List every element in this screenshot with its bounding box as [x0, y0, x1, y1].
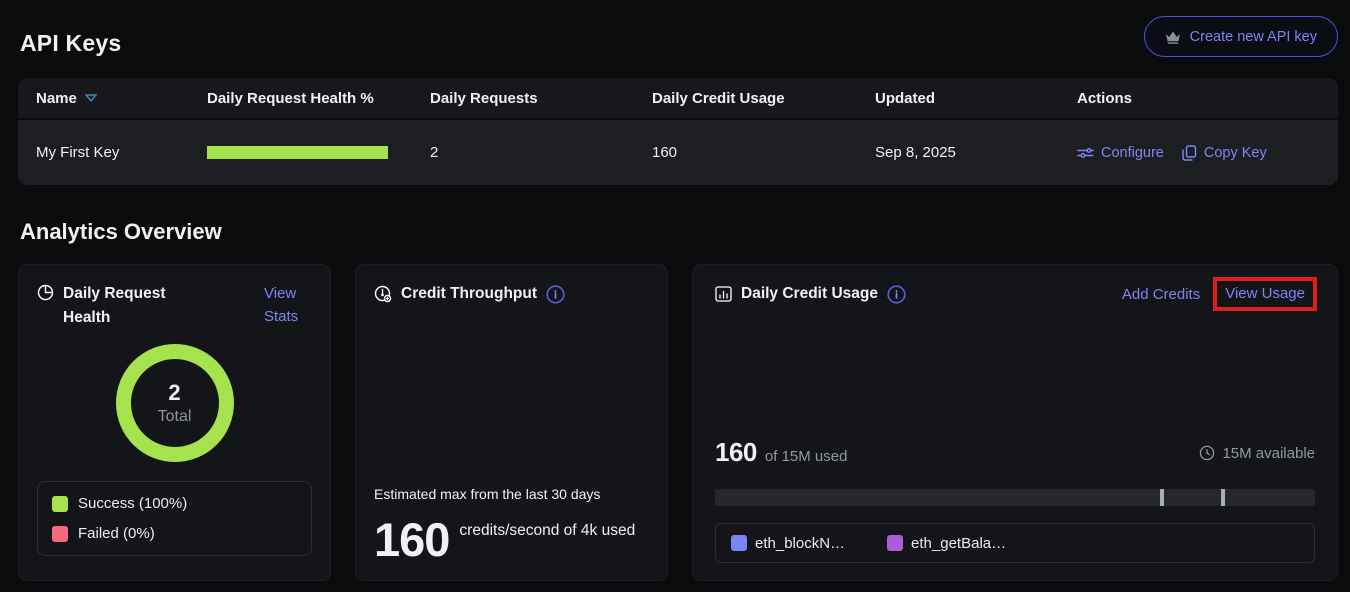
usage-card-title: Daily Credit Usage	[741, 282, 878, 306]
daily-credit-usage-card: Daily Credit Usage Add Credits View Usag…	[692, 264, 1338, 581]
column-daily-requests: Daily Requests	[430, 90, 652, 107]
create-api-key-label: Create new API key	[1190, 29, 1317, 45]
analytics-cards: Daily Request Health View Stats 2 Total …	[18, 264, 1338, 581]
key-name: My First Key	[18, 144, 207, 161]
clock-icon	[1199, 445, 1215, 461]
bar-chart-icon	[715, 286, 732, 302]
progress-tick	[1160, 489, 1164, 506]
column-name[interactable]: Name	[18, 90, 207, 107]
sliders-icon	[1077, 146, 1094, 160]
view-usage-link[interactable]: View Usage	[1225, 285, 1305, 302]
daily-request-health-card: Daily Request Health View Stats 2 Total …	[18, 264, 331, 581]
eth-blocknumber-swatch	[731, 535, 747, 551]
configure-button[interactable]: Configure	[1077, 145, 1164, 161]
column-actions: Actions	[1077, 90, 1338, 107]
donut-total-value: 2	[168, 380, 180, 406]
legend-item-eth-getbalance: eth_getBala…	[887, 535, 1006, 552]
column-health: Daily Request Health %	[207, 90, 430, 107]
health-card-title: Daily Request Health	[63, 282, 181, 330]
credits-used-value: 160	[715, 437, 757, 468]
eth-getbalance-swatch	[887, 535, 903, 551]
table-row: My First Key 2 160 Sep 8, 2025 Configure…	[18, 118, 1338, 185]
legend-item-success: Success (100%)	[52, 495, 297, 512]
daily-credit-usage-value: 160	[652, 144, 875, 161]
gauge-icon	[374, 285, 392, 303]
copy-icon	[1182, 145, 1197, 161]
add-credits-link[interactable]: Add Credits	[1122, 286, 1200, 303]
column-updated: Updated	[875, 90, 1077, 107]
legend-item-failed: Failed (0%)	[52, 525, 297, 542]
health-legend: Success (100%) Failed (0%)	[37, 481, 312, 556]
throughput-card-title: Credit Throughput	[401, 282, 537, 306]
throughput-unit: credits/second of 4k used	[459, 519, 649, 543]
request-health-donut: 2 Total	[116, 344, 234, 462]
updated-value: Sep 8, 2025	[875, 144, 1077, 161]
view-stats-link[interactable]: View Stats	[264, 282, 312, 330]
copy-key-button[interactable]: Copy Key	[1182, 145, 1267, 161]
health-bar	[207, 146, 388, 159]
create-api-key-button[interactable]: Create new API key	[1144, 16, 1338, 57]
failed-swatch	[52, 526, 68, 542]
daily-requests-value: 2	[430, 144, 652, 161]
credits-available: 15M available	[1199, 445, 1315, 462]
info-icon[interactable]	[546, 285, 565, 304]
info-icon[interactable]	[887, 285, 906, 304]
column-daily-credit-usage: Daily Credit Usage	[652, 90, 875, 107]
credit-usage-progress-bar	[715, 489, 1315, 506]
progress-tick	[1221, 489, 1225, 506]
credit-throughput-card: Credit Throughput Estimated max from the…	[355, 264, 668, 581]
sort-chevron-icon[interactable]	[85, 94, 97, 102]
credits-used-label: of 15M used	[765, 448, 848, 465]
pie-chart-icon	[37, 284, 54, 330]
throughput-note: Estimated max from the last 30 days	[374, 486, 649, 502]
donut-total-label: Total	[158, 408, 192, 426]
usage-legend: eth_blockN… eth_getBala…	[715, 523, 1315, 563]
page-title: API Keys	[20, 30, 121, 57]
crown-icon	[1165, 30, 1181, 44]
legend-item-eth-blocknumber: eth_blockN…	[731, 535, 845, 552]
api-keys-table: Name Daily Request Health % Daily Reques…	[18, 78, 1338, 185]
analytics-overview-title: Analytics Overview	[20, 219, 222, 245]
table-header-row: Name Daily Request Health % Daily Reques…	[18, 78, 1338, 118]
throughput-value: 160	[374, 518, 449, 563]
success-swatch	[52, 496, 68, 512]
